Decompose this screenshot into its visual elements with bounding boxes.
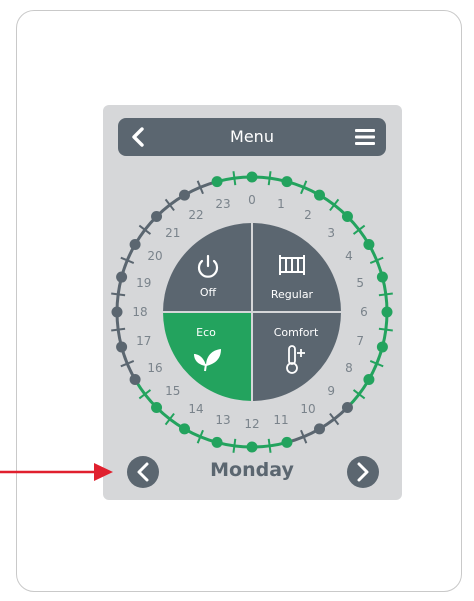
hour-label: 21: [165, 226, 180, 240]
hour-slot-dot[interactable]: [341, 211, 353, 223]
hour-slot-dot[interactable]: [381, 306, 393, 318]
hour-slot-dot[interactable]: [341, 401, 353, 413]
hour-slot-dot[interactable]: [246, 441, 258, 453]
day-label: Monday: [210, 459, 294, 481]
hour-slot-dot[interactable]: [116, 271, 128, 283]
hour-label: 10: [300, 402, 315, 416]
hour-label: 4: [345, 249, 353, 263]
hour-slot-dot[interactable]: [314, 423, 325, 435]
hour-label: 6: [360, 305, 368, 319]
hour-slot-dot[interactable]: [116, 341, 128, 353]
hour-slot-dot[interactable]: [211, 176, 223, 188]
hour-label: 1: [277, 197, 285, 211]
hour-slot-dot[interactable]: [363, 374, 375, 385]
hour-label: 18: [132, 305, 147, 319]
half-hour-tick[interactable]: [378, 327, 393, 332]
hour-slot-dot[interactable]: [376, 341, 388, 353]
hour-slot-dot[interactable]: [376, 271, 388, 283]
schedule-dial: 0 1234567891011121314151617181920212223 O…: [0, 171, 393, 488]
comfort-label: Comfort: [274, 326, 319, 339]
annotation-arrow: [0, 463, 113, 481]
hour-label: 2: [304, 208, 312, 222]
hour-label: 19: [136, 276, 151, 290]
hour-label: 0: [248, 193, 256, 207]
hour-slot-dot[interactable]: [314, 189, 325, 201]
hour-slot-dot[interactable]: [281, 176, 293, 188]
hour-label: 16: [147, 361, 162, 375]
hour-label: 20: [147, 249, 162, 263]
hour-label: 9: [327, 384, 335, 398]
hour-label: 3: [327, 226, 335, 240]
hour-slot-dot[interactable]: [363, 239, 375, 250]
hour-label: 12: [244, 417, 259, 431]
hour-label: 23: [215, 197, 230, 211]
half-hour-tick[interactable]: [267, 171, 272, 186]
eco-label: Eco: [196, 326, 216, 339]
hour-label: 13: [215, 413, 230, 427]
hour-slot-dot[interactable]: [129, 239, 141, 250]
half-hour-tick[interactable]: [232, 171, 237, 186]
hour-slot-dot[interactable]: [246, 171, 258, 183]
mode-wheel: Off Regular Eco Comfort: [163, 223, 341, 401]
hour-label: 11: [273, 413, 288, 427]
hour-label: 7: [356, 334, 364, 348]
half-hour-tick[interactable]: [111, 292, 126, 297]
hour-label: 22: [188, 208, 203, 222]
hour-label: 14: [188, 402, 203, 416]
hour-slot-dot[interactable]: [151, 211, 163, 223]
half-hour-tick[interactable]: [111, 327, 126, 332]
hour-label: 5: [356, 276, 364, 290]
regular-label: Regular: [271, 288, 314, 301]
next-day-button[interactable]: [347, 456, 379, 488]
hour-slot-dot[interactable]: [211, 436, 223, 448]
half-hour-tick[interactable]: [378, 292, 393, 297]
hour-slot-dot[interactable]: [281, 436, 293, 448]
hour-slot-dot[interactable]: [151, 401, 163, 413]
hour-slot-dot[interactable]: [179, 423, 190, 435]
off-label: Off: [200, 286, 217, 299]
previous-day-button[interactable]: [127, 456, 159, 488]
hour-slot-dot[interactable]: [111, 306, 123, 318]
half-hour-tick[interactable]: [267, 438, 272, 453]
hour-label: 15: [165, 384, 180, 398]
hour-slot-dot[interactable]: [179, 189, 190, 201]
hour-label: 17: [136, 334, 151, 348]
half-hour-tick[interactable]: [232, 438, 237, 453]
hour-slot-dot[interactable]: [129, 374, 141, 385]
hour-label: 8: [345, 361, 353, 375]
